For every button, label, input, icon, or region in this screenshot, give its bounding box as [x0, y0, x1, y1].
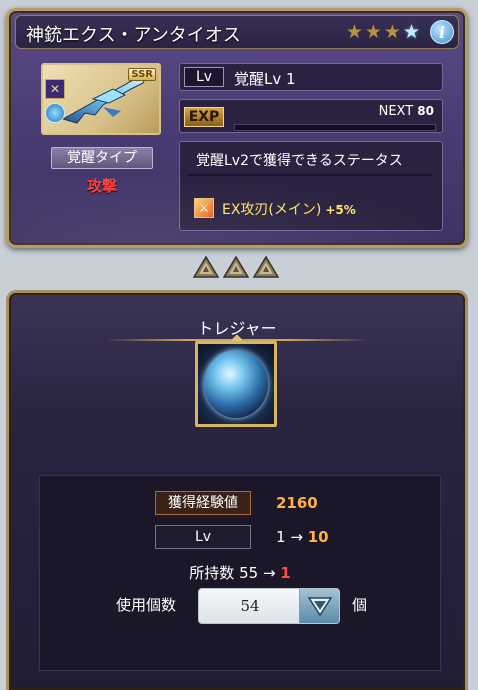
crystal-icon [223, 256, 249, 278]
awakening-type-label: 覚醒タイプ [51, 147, 153, 169]
exp-next: NEXT 80 [379, 104, 434, 119]
sword-type-icon: ✕ [45, 79, 65, 99]
awakening-status-box: 覚醒Lv2で獲得できるステータス ⚔ EX攻刃(メイン) +5% [179, 141, 443, 231]
exp-gain-value: 2160 [276, 494, 318, 512]
owned-label: 所持数 [189, 564, 235, 582]
weapon-card[interactable]: SSR ✕ [41, 63, 161, 135]
level-change: 1 → 10 [276, 528, 329, 546]
next-value: 80 [417, 104, 434, 118]
status-effect: EX攻刃(メイン) +5% [222, 199, 356, 219]
star-icon: ★ [364, 21, 382, 43]
level-from: 1 [276, 528, 286, 546]
star-icon: ★ [345, 21, 363, 43]
use-count-select[interactable]: 54 [198, 588, 340, 624]
use-count-label: 使用個数 [116, 596, 177, 614]
treasure-orb-icon [204, 350, 268, 418]
ssr-badge: SSR [128, 68, 156, 81]
treasure-item-icon[interactable] [195, 341, 277, 427]
exp-gain-label: 獲得経験値 [155, 491, 251, 515]
info-icon[interactable]: i [430, 20, 454, 44]
weapon-title-bar: 神銃エクス・アンタイオス ★ ★ ★ ★ i [15, 15, 459, 49]
crystal-icon [253, 256, 279, 278]
owned-to: 1 [280, 564, 291, 582]
awakening-level: 覚醒Lv 1 [234, 70, 296, 88]
arrow-icon: → [290, 528, 303, 546]
star-icon: ★ [383, 21, 401, 43]
level-to: 10 [307, 528, 329, 546]
exp-row: EXP NEXT 80 [179, 99, 443, 133]
owned-from: 55 [239, 564, 259, 582]
use-count-value: 54 [240, 597, 260, 615]
level-label: Lv [155, 525, 251, 549]
star-rating: ★ ★ ★ ★ [346, 22, 420, 42]
status-effect-bonus: +5% [325, 203, 356, 217]
attack-boost-icon: ⚔ [194, 198, 214, 218]
arrow-icon: → [262, 564, 276, 582]
owned-count: 所持数 55 → 1 [40, 562, 440, 583]
chevron-down-icon [307, 597, 333, 617]
level-tag: Lv [184, 67, 224, 87]
treasure-info-area: 獲得経験値 2160 Lv 1 → 10 所持数 55 → 1 使用個数 54 … [39, 475, 441, 671]
exp-bar [234, 124, 436, 131]
weapon-panel: 神銃エクス・アンタイオス ★ ★ ★ ★ i SSR ✕ 覚醒タイプ 攻撃 Lv… [6, 8, 468, 248]
water-element-icon [45, 103, 65, 123]
level-row: Lv 覚醒Lv 1 [179, 63, 443, 91]
use-count-unit: 個 [352, 596, 368, 614]
crystal-icon [193, 256, 219, 278]
next-label: NEXT [378, 104, 414, 119]
status-effect-name: EX攻刃(メイン) [222, 202, 322, 218]
treasure-panel: トレジャー 獲得経験値 2160 Lv 1 → 10 所持数 55 → 1 使用… [6, 290, 468, 690]
status-title: 覚醒Lv2で獲得できるステータス [196, 153, 403, 169]
weapon-name: 神銃エクス・アンタイオス [26, 25, 241, 46]
awakening-type-value: 攻撃 [86, 177, 117, 195]
divider [188, 174, 432, 176]
star-icon-blue: ★ [402, 21, 420, 43]
awakening-crystals [193, 256, 279, 278]
exp-tag: EXP [184, 107, 224, 127]
dropdown-button[interactable] [299, 589, 339, 623]
